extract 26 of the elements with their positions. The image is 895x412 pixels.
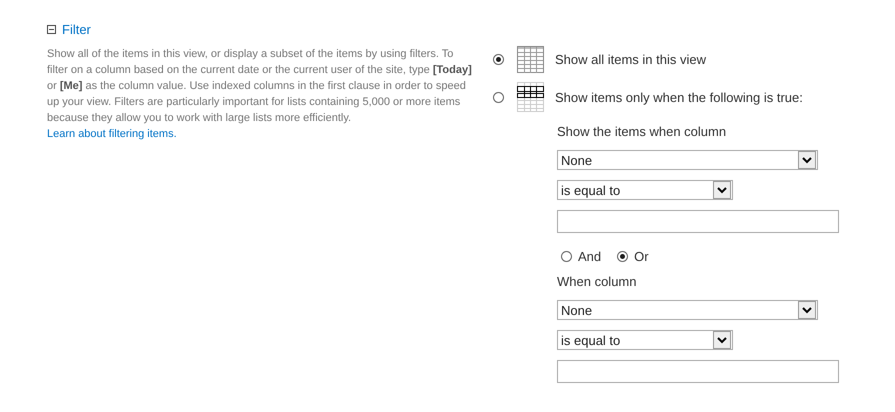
- condition-label: When column: [557, 274, 636, 291]
- radio-button[interactable]: [493, 92, 504, 102]
- table-icon: [517, 46, 544, 72]
- column-dropdown[interactable]: None: [557, 300, 818, 320]
- radio-button[interactable]: [561, 251, 572, 262]
- operator-dropdown[interactable]: is equal to: [557, 330, 733, 350]
- radio-label: Or: [634, 249, 649, 264]
- dropdown-icon[interactable]: [713, 181, 731, 199]
- filtered-table-icon: [517, 82, 544, 112]
- collapse-icon[interactable]: [47, 24, 56, 34]
- radio-button[interactable]: [617, 251, 628, 262]
- radio-label: And: [578, 249, 602, 264]
- radio-button[interactable]: [493, 54, 504, 64]
- dropdown-icon[interactable]: [713, 331, 731, 349]
- option-label: Show items only when the following is true:: [555, 90, 803, 104]
- condition-label: Show the items when column: [557, 124, 726, 141]
- filter-help-link[interactable]: Learn about filtering items.: [47, 128, 177, 140]
- operator-dropdown[interactable]: is equal to: [557, 180, 733, 200]
- option-label: Show all items in this view: [555, 52, 706, 66]
- description-text: Show all of the items in this view, or display a subset of the items by using filters. To filter on a column based on the current date or the current user of the site, type [Today] or [Me] as the column value. Use indexed columns in the first clause in order to speed up your view. Filters are particularly important for lists containing 5,000 or more items because they allow you to work with large lists more efficiently. Learn about filtering items.: [47, 47, 472, 142]
- section-title[interactable]: Filter: [62, 22, 91, 36]
- dropdown-icon[interactable]: [798, 301, 816, 319]
- dropdown-icon[interactable]: [798, 151, 816, 169]
- value-field[interactable]: [557, 360, 839, 383]
- value-field[interactable]: [557, 210, 839, 233]
- column-dropdown[interactable]: None: [557, 150, 818, 170]
